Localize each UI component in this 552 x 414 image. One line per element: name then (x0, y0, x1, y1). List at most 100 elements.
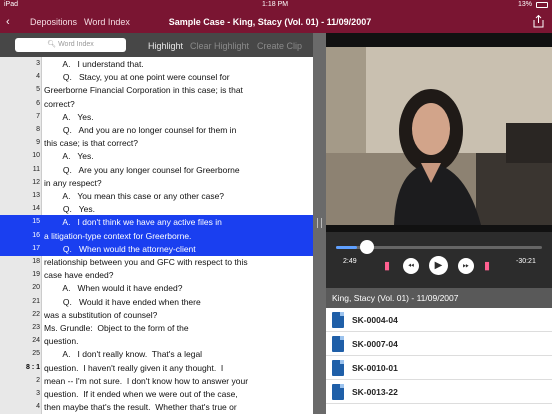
battery-percent: 13% (517, 1, 532, 8)
line-number: 5 (36, 86, 40, 94)
transcript-toolbar: 🔍︎ Word Index Highlight Clear Highlight … (0, 33, 313, 57)
document-icon (332, 384, 344, 400)
deposition-header: King, Stacy (Vol. 01) - 11/09/2007 (326, 288, 552, 308)
line-number: 21 (32, 297, 40, 305)
transcript-line[interactable]: 8 : 1 question. I haven't really given it… (0, 361, 313, 375)
exhibit-label: SK-0007-04 (352, 339, 398, 349)
transcript-line[interactable]: 15 A. I don't think we have any active f… (0, 215, 313, 230)
fast-forward-icon[interactable]: ⏩︎ (458, 258, 474, 274)
transcript-text: A. Yes. (44, 151, 94, 162)
create-clip-button[interactable]: Create Clip (257, 41, 302, 51)
deponent-video-image (326, 33, 552, 232)
line-number: 10 (32, 152, 40, 160)
transcript-text: A. I understand that. (44, 59, 144, 69)
line-number: 25 (32, 350, 40, 358)
back-chevron-icon[interactable]: ‹ (6, 16, 10, 28)
transcript-line[interactable]: 18 relationship between you and GFC with … (0, 255, 313, 269)
word-index-search[interactable]: 🔍︎ Word Index (15, 38, 126, 52)
transcript-text: Q. When would the attorney-client (44, 243, 196, 254)
document-icon (332, 336, 344, 352)
document-icon (332, 360, 344, 376)
video-frame[interactable] (326, 33, 552, 232)
transcript-line[interactable]: 8 Q. And you are no longer counsel for t… (0, 123, 313, 137)
play-icon[interactable]: ▶︎ (429, 256, 448, 275)
status-bar: iPad 1:18 PM 13% (0, 0, 552, 11)
page-title: Sample Case - King, Stacy (Vol. 01) - 11… (168, 17, 372, 27)
transcript-line[interactable]: 24 question. (0, 334, 313, 348)
line-number: 18 (32, 258, 40, 265)
transcript-line[interactable]: 25 A. I don't really know. That's a lega… (0, 347, 313, 361)
transcript-text: question. I haven't really given it any … (44, 362, 224, 373)
clip-end-marker-icon[interactable]: ▮ (484, 260, 493, 272)
exhibit-item[interactable]: SK-0004-04 (326, 308, 552, 332)
transcript-line[interactable]: 10 A. Yes. (0, 149, 313, 163)
transcript-text: was a substitution of counsel? (44, 309, 158, 320)
transcript-line[interactable]: 9 this case; is that correct? (0, 136, 313, 150)
line-number: 3 (36, 60, 40, 67)
transcript-pane[interactable]: 3 A. I understand that. 4 Q. Stacy, you a… (0, 57, 313, 414)
transcript-line[interactable]: 22 was a substitution of counsel? (0, 308, 313, 322)
exhibit-list: SK-0004-04 SK-0007-04 SK-0010-01 SK-0013… (326, 308, 552, 414)
clip-start-marker-icon[interactable]: ▮ (384, 260, 393, 272)
clock: 1:18 PM (262, 1, 289, 8)
scrubber-thumb[interactable] (359, 240, 374, 254)
exhibit-label: SK-0010-01 (352, 363, 398, 373)
exhibit-item[interactable]: SK-0007-04 (326, 332, 552, 356)
line-number: 3 (36, 390, 40, 397)
line-number: 9 (36, 139, 40, 147)
transcript-line[interactable]: 3 A. I understand that. (0, 57, 313, 71)
transcript-text: mean -- I'm not sure. I don't know how t… (44, 375, 249, 386)
transcript-line[interactable]: 17 Q. When would the attorney-client (0, 241, 313, 256)
rewind-icon[interactable]: ⏪︎ (403, 258, 419, 274)
line-number: 15 (32, 218, 40, 226)
transcript-text: A. I don't think we have any active file… (44, 217, 222, 228)
transcript-line[interactable]: 5 Greerborne Financial Corporation in thi… (0, 83, 313, 97)
highlight-button[interactable]: Highlight (148, 41, 183, 51)
line-number: 14 (32, 205, 40, 213)
exhibit-item[interactable]: SK-0010-01 (326, 356, 552, 380)
line-number: 8 : 1 (25, 363, 40, 371)
transcript-line[interactable]: 11 Q. Are you any longer counsel for Gre… (0, 163, 313, 177)
transcript-line[interactable]: 20 A. When would it have ended? (0, 281, 313, 295)
transcript-line[interactable]: 13 A. You mean this case or any other ca… (0, 189, 313, 203)
transcript-text: Q. Are you any longer counsel for Greerb… (44, 164, 240, 175)
transcript-text: Q. Yes. (44, 204, 96, 215)
transcript-line[interactable]: 23 Ms. Grundle: Object to the form of the (0, 321, 313, 335)
divider-grip-icon[interactable] (317, 218, 322, 228)
transcript-line[interactable]: 6 correct? (0, 97, 313, 111)
line-number: 23 (32, 324, 40, 331)
search-placeholder: Word Index (58, 41, 94, 48)
transcript-text: A. I don't really know. That's a legal (44, 349, 203, 360)
player-controls: 2:49 ▮ ⏪︎ ▶︎ ⏩︎ ▮ -30:21 (326, 232, 552, 288)
line-number: 20 (32, 284, 40, 292)
transcript-text: A. Yes. (44, 111, 94, 122)
transcript-line[interactable]: 3 question. If it ended when we were out … (0, 387, 313, 401)
transcript-text: this case; is that correct? (44, 138, 139, 149)
line-number: 19 (32, 271, 40, 279)
line-number: 2 (36, 376, 40, 384)
transcript-line[interactable]: 19 case have ended? (0, 268, 313, 282)
exhibit-label: SK-0013-22 (352, 387, 398, 397)
depositions-button[interactable]: Depositions (30, 16, 77, 28)
transcript-line[interactable]: 4 then maybe that's the result. Whether t… (0, 400, 313, 414)
line-number: 6 (36, 99, 40, 107)
line-number: 24 (32, 337, 40, 345)
transcript-line[interactable]: 7 A. Yes. (0, 110, 313, 124)
exhibit-item[interactable]: SK-0013-22 (326, 380, 552, 404)
line-number: 7 (36, 112, 40, 120)
word-index-button[interactable]: Word Index (84, 16, 130, 28)
transcript-line[interactable]: 16 a litigation-type context for Greerbor… (0, 228, 313, 243)
transcript-line[interactable]: 21 Q. Would it have ended when there (0, 295, 313, 309)
split-divider[interactable] (313, 33, 326, 414)
share-icon[interactable] (533, 15, 544, 28)
transcript-line[interactable]: 14 Q. Yes. (0, 202, 313, 216)
transcript-text: question. (44, 336, 79, 347)
clear-highlight-button[interactable]: Clear Highlight (190, 41, 249, 51)
line-number: 13 (32, 192, 40, 199)
transcript-line[interactable]: 4 Q. Stacy, you at one point were counse… (0, 70, 313, 84)
transcript-text: Q. Would it have ended when there (44, 296, 201, 307)
line-number: 8 (36, 126, 40, 133)
transcript-text: correct? (44, 98, 75, 109)
transcript-line[interactable]: 12 in any respect? (0, 176, 313, 190)
transcript-line[interactable]: 2 mean -- I'm not sure. I don't know how … (0, 374, 313, 388)
